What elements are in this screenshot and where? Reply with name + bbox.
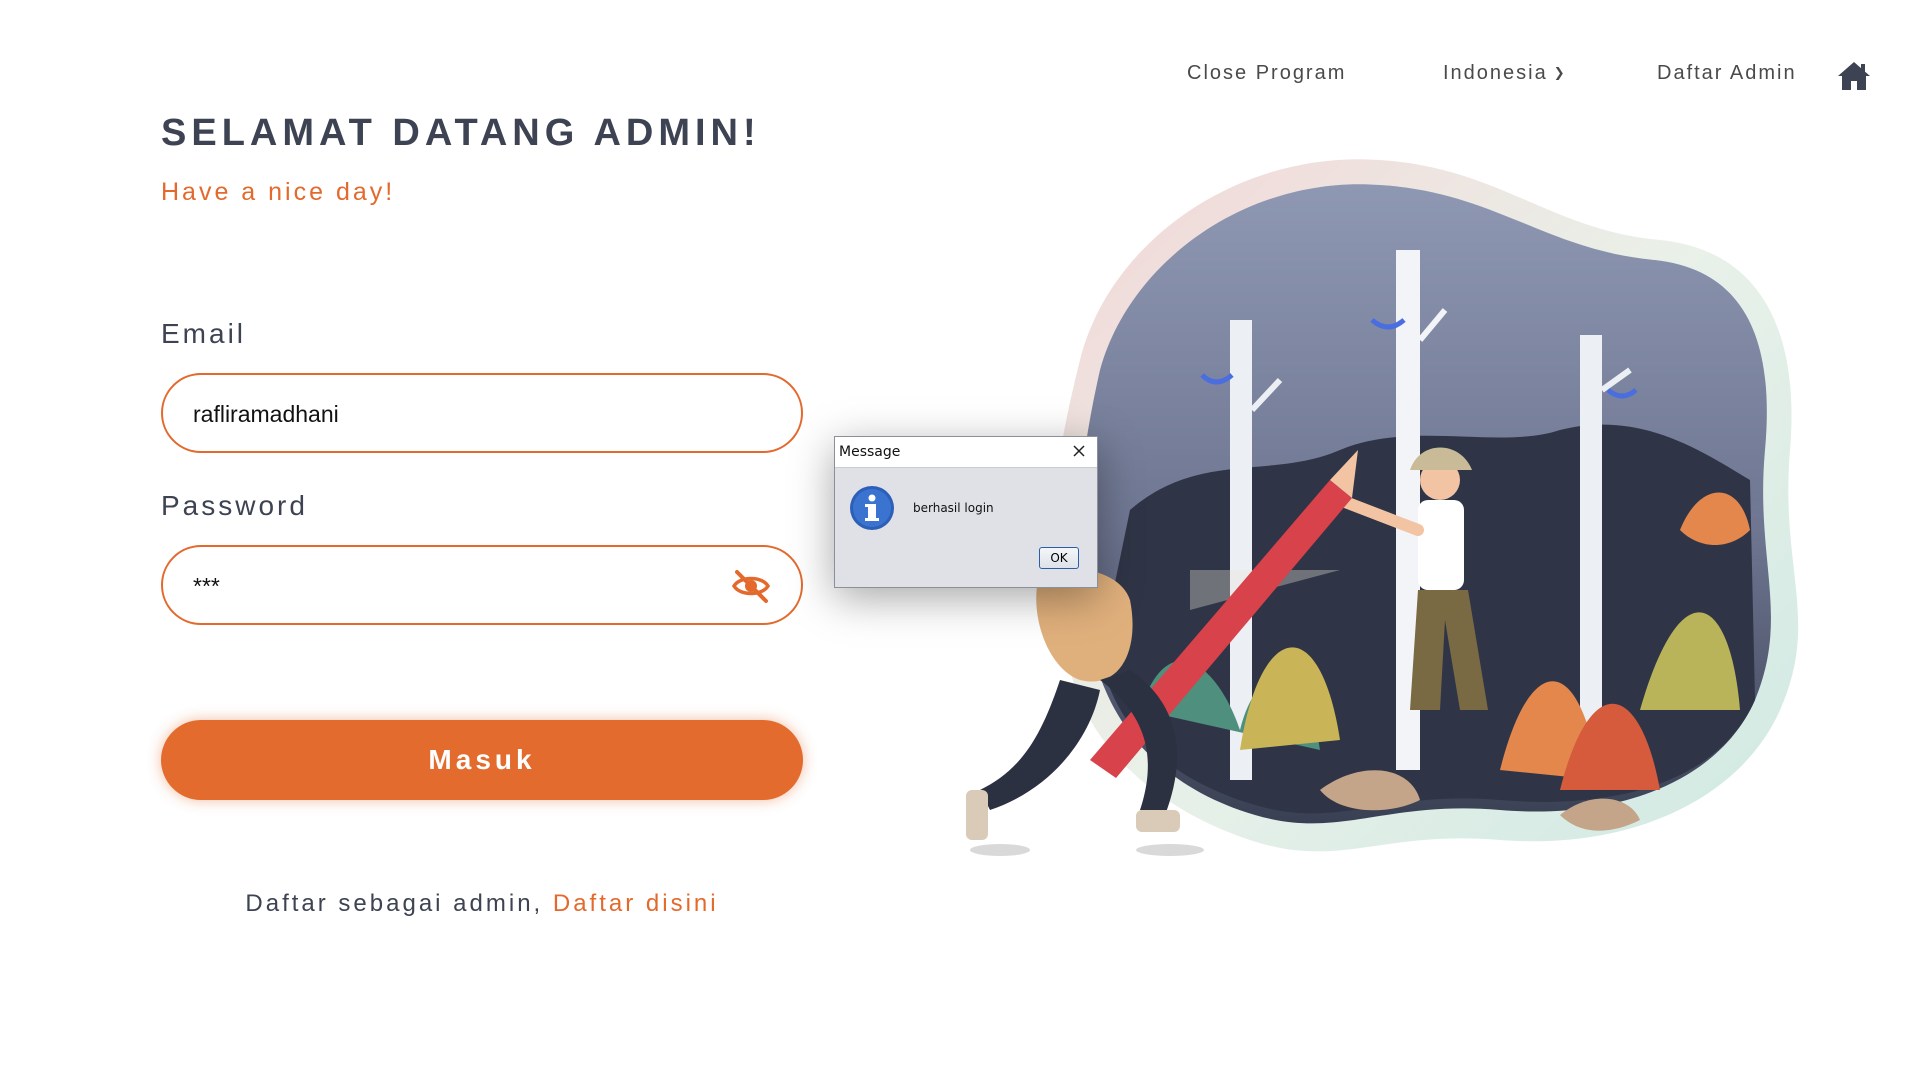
- password-label: Password: [161, 490, 308, 521]
- chevron-down-icon: ❯: [1553, 65, 1567, 80]
- register-prompt: Daftar sebagai admin, Daftar disini: [161, 890, 803, 918]
- register-prompt-text: Daftar sebagai admin,: [245, 890, 544, 917]
- page-title: SELAMAT DATANG ADMIN!: [161, 112, 761, 154]
- email-value: rafliramadhani: [193, 401, 339, 427]
- home-icon[interactable]: [1836, 60, 1872, 92]
- eye-off-icon[interactable]: [731, 567, 771, 605]
- login-button[interactable]: Masuk: [161, 720, 803, 800]
- email-label: Email: [161, 318, 247, 349]
- message-dialog: Message berhasil login OK: [834, 436, 1098, 588]
- login-page: Close Program Indonesia ❯ Daftar Admin SE…: [0, 0, 1920, 1080]
- dialog-message: berhasil login: [913, 501, 994, 515]
- language-dropdown[interactable]: Indonesia ❯: [1443, 62, 1567, 85]
- dialog-title: Message: [839, 444, 901, 460]
- register-link[interactable]: Daftar disini: [553, 890, 719, 917]
- page-subtitle: Have a nice day!: [161, 178, 396, 206]
- info-icon: [850, 486, 894, 530]
- email-field[interactable]: rafliramadhani: [161, 373, 803, 453]
- dialog-titlebar[interactable]: Message: [835, 437, 1097, 468]
- close-program-link[interactable]: Close Program: [1187, 62, 1346, 85]
- password-field[interactable]: ***: [161, 545, 803, 625]
- close-icon[interactable]: [1071, 443, 1087, 459]
- register-admin-link[interactable]: Daftar Admin: [1657, 62, 1797, 85]
- password-value: ***: [193, 573, 220, 599]
- language-label: Indonesia: [1443, 62, 1548, 84]
- ok-button[interactable]: OK: [1039, 547, 1079, 569]
